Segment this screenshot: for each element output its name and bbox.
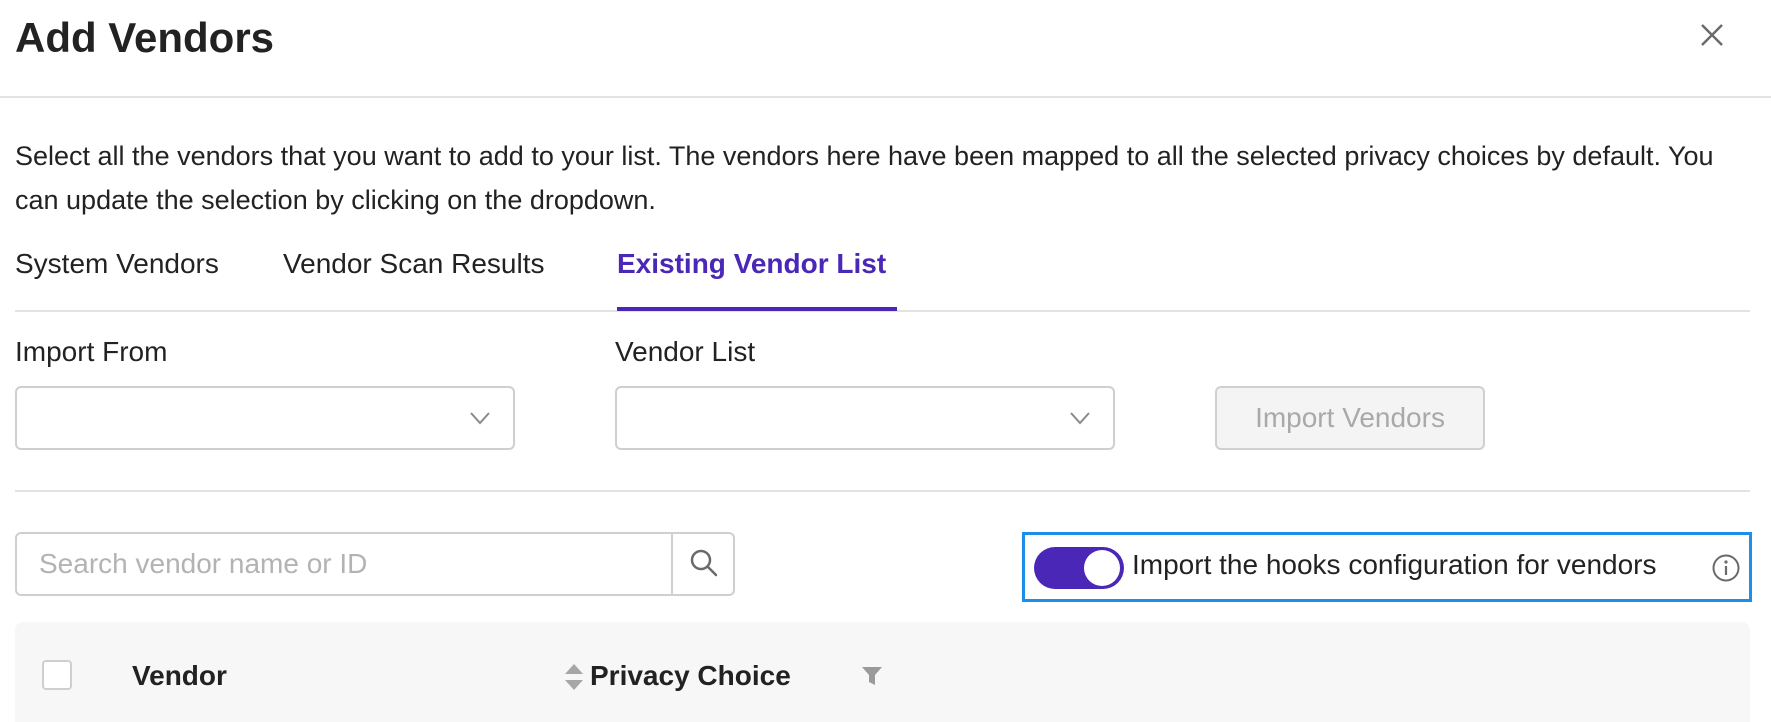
hooks-config-toggle-group: Import the hooks configuration for vendo… [1022,532,1752,602]
close-button[interactable] [1695,18,1729,52]
add-vendors-modal: Add Vendors Select all the vendors that … [0,0,1771,722]
import-vendors-button[interactable]: Import Vendors [1215,386,1485,450]
hooks-config-label: Import the hooks configuration for vendo… [1132,549,1657,580]
tab-bar: System Vendors Vendor Scan Results Exist… [15,234,1750,312]
import-from-select[interactable] [15,386,515,450]
tab-vendor-scan-results[interactable]: Vendor Scan Results [283,248,545,280]
column-header-vendor[interactable]: Vendor [132,660,227,692]
active-tab-indicator [617,307,897,311]
import-from-label: Import From [15,336,168,367]
vendor-table-header: Vendor Privacy Choice [15,622,1750,722]
tab-existing-vendor-list[interactable]: Existing Vendor List [617,248,886,280]
filter-icon[interactable] [861,666,883,686]
toggle-knob [1084,550,1120,586]
sort-icon[interactable] [563,662,585,692]
close-icon [1701,24,1723,46]
modal-header: Add Vendors [0,0,1771,98]
hooks-config-toggle[interactable] [1034,547,1124,589]
vendor-list-label: Vendor List [615,336,756,367]
search-input[interactable] [17,534,673,594]
chevron-down-icon [1070,412,1090,425]
modal-description: Select all the vendors that you want to … [15,141,1714,215]
search-button[interactable] [671,534,733,594]
vendor-list-select[interactable] [615,386,1115,450]
section-divider [15,490,1750,492]
modal-title: Add Vendors [15,14,275,61]
vendor-search [15,532,735,596]
search-icon [690,549,718,577]
tab-system-vendors[interactable]: System Vendors [15,248,219,280]
select-all-checkbox[interactable] [42,660,72,690]
chevron-down-icon [470,412,490,425]
column-header-privacy-choice[interactable]: Privacy Choice [590,660,791,692]
info-icon[interactable] [1711,553,1741,583]
